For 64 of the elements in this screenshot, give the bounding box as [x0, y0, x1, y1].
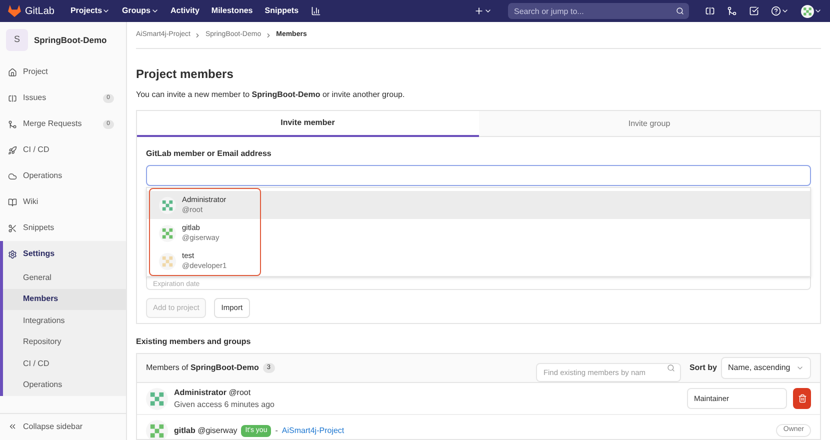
chevron-icon: [265, 32, 272, 38]
issues-icon: [8, 94, 17, 102]
page-title: Project members: [136, 66, 234, 83]
nav-link[interactable]: Snippets: [264, 5, 299, 17]
caret-icon: [484, 7, 492, 15]
section-heading: Existing members and groups: [136, 336, 252, 348]
nav-link[interactable]: Groups: [122, 5, 158, 17]
search-field[interactable]: Search or jump to...: [508, 3, 689, 19]
sidebar-item[interactable]: Settings: [3, 241, 126, 267]
project-name: SpringBoot-Demo: [34, 34, 107, 46]
chevron-icon: [194, 32, 202, 38]
caret-icon: [781, 7, 789, 15]
sidebar-item[interactable]: CI / CD: [3, 137, 126, 163]
new-button[interactable]: [474, 6, 492, 16]
sidebar-subitem[interactable]: Members: [3, 288, 126, 310]
sidebar-subitem[interactable]: Integrations: [3, 310, 126, 332]
chart-icon[interactable]: [310, 6, 321, 16]
avatar-icon: [801, 4, 814, 18]
intro-text: You can invite a new member to SpringBoot-Demo or invite another group.: [136, 89, 406, 101]
separator-text: -: [275, 424, 278, 436]
sidebar-subitem[interactable]: General: [3, 267, 126, 288]
search-icon: [676, 7, 684, 15]
nav-link[interactable]: Projects: [70, 5, 110, 17]
caret-icon: [814, 7, 822, 15]
book-icon: [8, 198, 17, 206]
issues-icon[interactable]: [705, 6, 715, 16]
merge-icon: [8, 120, 17, 128]
sidebar-subitem[interactable]: CI / CD: [3, 353, 126, 374]
rocket-icon: [8, 146, 17, 154]
double-chevron-icon: [8, 422, 17, 431]
access-text: Given access 6 minutes ago: [174, 398, 276, 410]
cloud-icon: [8, 172, 17, 180]
field-label: GitLab member or Email address: [146, 148, 272, 160]
sidebar-item[interactable]: Operations: [3, 163, 126, 189]
sort-label: Sort by: [689, 362, 717, 374]
caret-icon: [796, 364, 804, 372]
tab[interactable]: Invite group: [478, 111, 820, 137]
member-name: gitlab @giserway: [174, 424, 238, 436]
nav-link[interactable]: Activity: [170, 5, 200, 17]
sort-dropdown[interactable]: Name, ascending: [721, 357, 811, 379]
house-icon: [8, 68, 17, 76]
plus-icon: [474, 6, 484, 16]
nav-link[interactable]: Milestones: [211, 5, 253, 17]
panel-title: Members of SpringBoot-Demo: [146, 362, 259, 374]
scissors-icon: [8, 224, 17, 232]
sidebar-item[interactable]: Wiki: [3, 189, 126, 215]
member-input-field[interactable]: [146, 165, 811, 186]
delete-button[interactable]: [793, 388, 811, 409]
sidebar-item[interactable]: Snippets: [3, 215, 126, 241]
gear-icon: [8, 250, 17, 258]
trash-icon: [798, 394, 806, 403]
member-name: Administrator @root: [174, 386, 251, 398]
todo-icon[interactable]: [749, 6, 759, 16]
fox-logo-icon: [8, 5, 21, 17]
merge-icon[interactable]: [727, 6, 737, 16]
project-avatar: S: [6, 29, 28, 51]
sidebar-subitem[interactable]: Operations: [3, 374, 126, 396]
collapse-sidebar-button[interactable]: Collapse sidebar: [0, 413, 126, 439]
sidebar-subitem[interactable]: Repository: [3, 332, 126, 353]
logo-text: GitLab: [25, 4, 54, 18]
help-icon[interactable]: [771, 6, 781, 16]
source-link[interactable]: AiSmart4j-Project: [282, 424, 344, 436]
sidebar-item[interactable]: Project: [3, 59, 126, 85]
search-icon: [667, 364, 676, 372]
